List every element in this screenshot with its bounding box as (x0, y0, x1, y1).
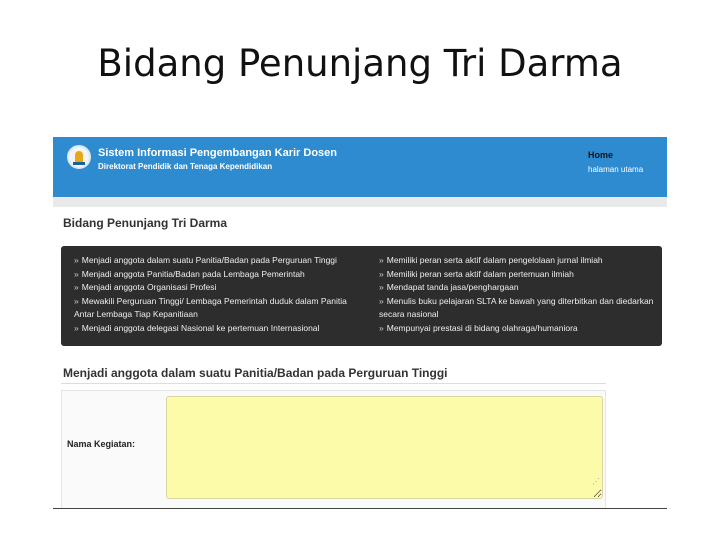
bullet-icon: » (74, 295, 79, 306)
system-subtitle: Direktorat Pendidik dan Tenaga Kependidi… (98, 162, 273, 171)
app-screenshot: Sistem Informasi Pengembangan Karir Dose… (53, 137, 667, 509)
form-panel: Nama Kegiatan: ⋰ (61, 390, 606, 509)
bullet-icon: » (379, 282, 384, 292)
bullet-icon: » (74, 268, 79, 279)
bottom-border (53, 508, 667, 509)
menu-column-right: » Memiliki peran serta aktif dalam pengel… (379, 254, 659, 335)
bullet-icon: » (74, 255, 79, 265)
activity-menu: » Menjadi anggota dalam suatu Panitia/Bad… (61, 246, 662, 346)
menu-column-left: » Menjadi anggota dalam suatu Panitia/Bad… (74, 254, 359, 335)
header-shadow (53, 197, 667, 207)
menu-item[interactable]: » Menjadi anggota Panitia/Badan pada Lemb… (74, 268, 359, 282)
nama-kegiatan-label: Nama Kegiatan: (67, 439, 136, 449)
menu-item[interactable]: » Menulis buku pelajaran SLTA ke bawah ya… (379, 295, 659, 322)
nav-home-subtitle: halaman utama (588, 165, 644, 174)
menu-item[interactable]: » Mewakili Perguruan Tinggi/ Lembaga Peme… (74, 295, 359, 322)
header-bar: Sistem Informasi Pengembangan Karir Dose… (53, 137, 667, 197)
bullet-icon: » (379, 268, 384, 279)
resize-grip-icon[interactable]: ⋰ (592, 477, 600, 486)
nama-kegiatan-input[interactable] (166, 396, 603, 499)
bullet-icon: » (74, 322, 79, 333)
menu-item[interactable]: » Mendapat tanda jasa/penghargaan (379, 281, 659, 295)
divider (61, 383, 606, 384)
bullet-icon: » (379, 255, 384, 265)
menu-item[interactable]: » Memiliki peran serta aktif dalam pertem… (379, 268, 659, 282)
menu-item[interactable]: » Mempunyai prestasi di bidang olahraga/h… (379, 322, 659, 336)
form-title: Menjadi anggota dalam suatu Panitia/Bada… (63, 366, 448, 380)
section-title: Bidang Penunjang Tri Darma (63, 216, 228, 230)
menu-item[interactable]: » Menjadi anggota Organisasi Profesi (74, 281, 359, 295)
nav-home-link[interactable]: Home (588, 150, 613, 160)
bullet-icon: » (74, 282, 79, 292)
menu-item[interactable]: » Memiliki peran serta aktif dalam pengel… (379, 254, 659, 268)
slide-title: Bidang Penunjang Tri Darma (97, 42, 623, 85)
menu-item[interactable]: » Menjadi anggota delegasi Nasional ke pe… (74, 322, 359, 336)
bullet-icon: » (379, 322, 384, 333)
emblem-icon[interactable] (67, 145, 91, 169)
system-title[interactable]: Sistem Informasi Pengembangan Karir Dose… (98, 147, 337, 159)
bullet-icon: » (379, 295, 384, 306)
menu-item[interactable]: » Menjadi anggota dalam suatu Panitia/Bad… (74, 254, 359, 268)
